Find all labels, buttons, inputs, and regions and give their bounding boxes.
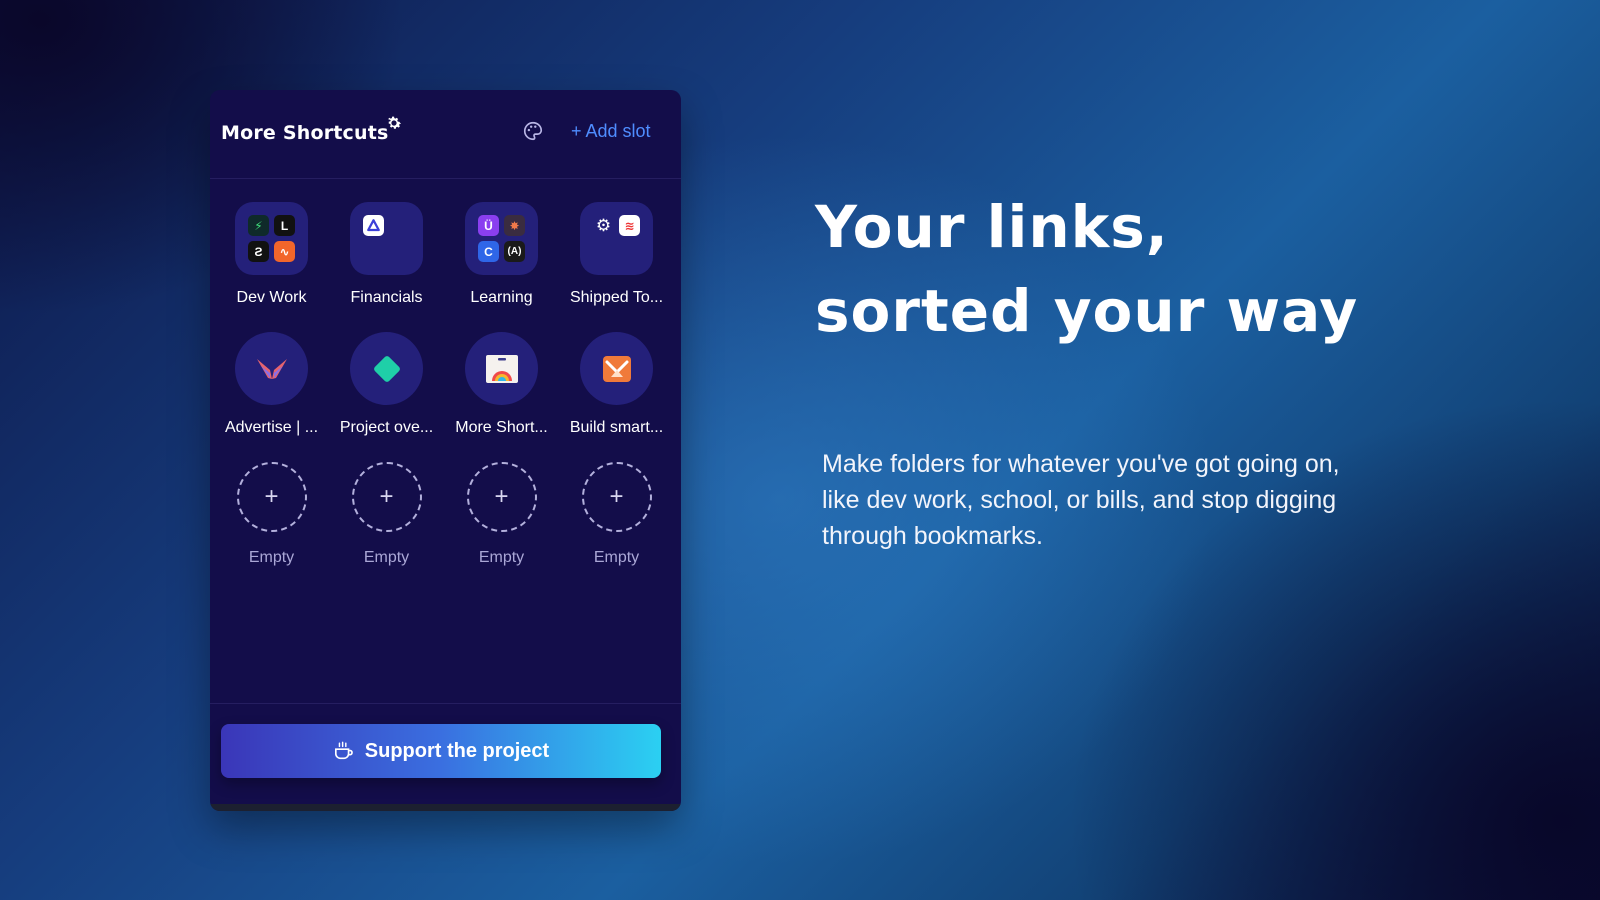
folder-icon: Ü ✸ C (A) (465, 202, 538, 275)
browser-rainbow-icon (485, 354, 518, 383)
folder-dev-work[interactable]: ⚡ L Ƨ ∿ Dev Work (214, 202, 329, 332)
empty-slot[interactable]: + Empty (559, 462, 674, 592)
hero-description: Make folders for whatever you've got goi… (822, 450, 1340, 550)
wings-icon (256, 358, 287, 379)
headline-line-1: Your links, (815, 193, 1169, 261)
wave-icon: ∿ (274, 241, 295, 262)
gear-icon: ⚙ (595, 215, 612, 235)
shortcuts-panel: More Shortcuts + Add slot ⚡ L Ƨ ∿ Dev Wo… (210, 90, 681, 811)
link-project-overview[interactable]: Project ove... (329, 332, 444, 462)
empty-label: Empty (478, 549, 525, 566)
plus-icon: + (236, 462, 307, 532)
folder-financials[interactable]: Financials (329, 202, 444, 332)
support-project-button[interactable]: Support the project (221, 724, 661, 778)
tile-label: Dev Work (236, 289, 307, 306)
palette-icon[interactable] (522, 120, 544, 142)
folder-icon: ⚡ L Ƨ ∿ (235, 202, 308, 275)
plus-icon: + (466, 462, 537, 532)
tile-label: Advertise | ... (224, 419, 319, 436)
link-icon (465, 332, 538, 405)
reverse-z-icon: Ƨ (248, 241, 269, 262)
empty-slot[interactable]: + Empty (214, 462, 329, 592)
panel-footer: Support the project (210, 703, 681, 811)
tile-label: Build smart... (569, 419, 664, 436)
folder-icon (350, 202, 423, 275)
gear-icon (388, 116, 402, 129)
empty-label: Empty (248, 549, 295, 566)
coffee-cup-icon (334, 741, 353, 760)
tile-label: Learning (470, 289, 533, 306)
shortcut-grid: ⚡ L Ƨ ∿ Dev Work Financials Ü ✸ C (A) Le… (214, 202, 677, 592)
tile-label: Financials (350, 289, 423, 306)
empty-slot[interactable]: + Empty (444, 462, 559, 592)
link-icon (580, 332, 653, 405)
support-label: Support the project (364, 739, 550, 762)
brand-title: More Shortcuts (221, 122, 389, 144)
c-app-icon: C (478, 241, 499, 262)
folder-icon: ⚙ ≋ (580, 202, 653, 275)
folder-learning[interactable]: Ü ✸ C (A) Learning (444, 202, 559, 332)
panel-header: More Shortcuts + Add slot (210, 90, 681, 179)
add-slot-button[interactable]: + Add slot (571, 121, 651, 142)
folder-shipped-to[interactable]: ⚙ ≋ Shipped To... (559, 202, 674, 332)
u-app-icon: Ü (478, 215, 499, 236)
hero-headline: Your links, sorted your way (815, 185, 1358, 353)
bolt-icon: ⚡ (248, 215, 269, 236)
diamond-icon (373, 355, 400, 382)
tile-label: More Short... (455, 419, 548, 436)
empty-slot[interactable]: + Empty (329, 462, 444, 592)
plus-icon: + (351, 462, 422, 532)
layers-icon: ≋ (619, 215, 640, 236)
a-app-icon: (A) (504, 241, 525, 262)
linear-icon: L (274, 215, 295, 236)
plus-icon: + (581, 462, 652, 532)
link-icon (350, 332, 423, 405)
link-more-shortcuts[interactable]: More Short... (444, 332, 559, 462)
tile-label: Shipped To... (569, 289, 664, 306)
headline-line-2: sorted your way (815, 277, 1359, 345)
empty-label: Empty (363, 549, 410, 566)
link-icon (235, 332, 308, 405)
empty-label: Empty (593, 549, 640, 566)
tile-label: Project ove... (339, 419, 434, 436)
link-build-smart[interactable]: Build smart... (559, 332, 674, 462)
envelope-fox-icon (602, 355, 631, 382)
triangle-app-icon (363, 215, 384, 236)
link-advertise[interactable]: Advertise | ... (214, 332, 329, 462)
starburst-icon: ✸ (504, 215, 525, 236)
